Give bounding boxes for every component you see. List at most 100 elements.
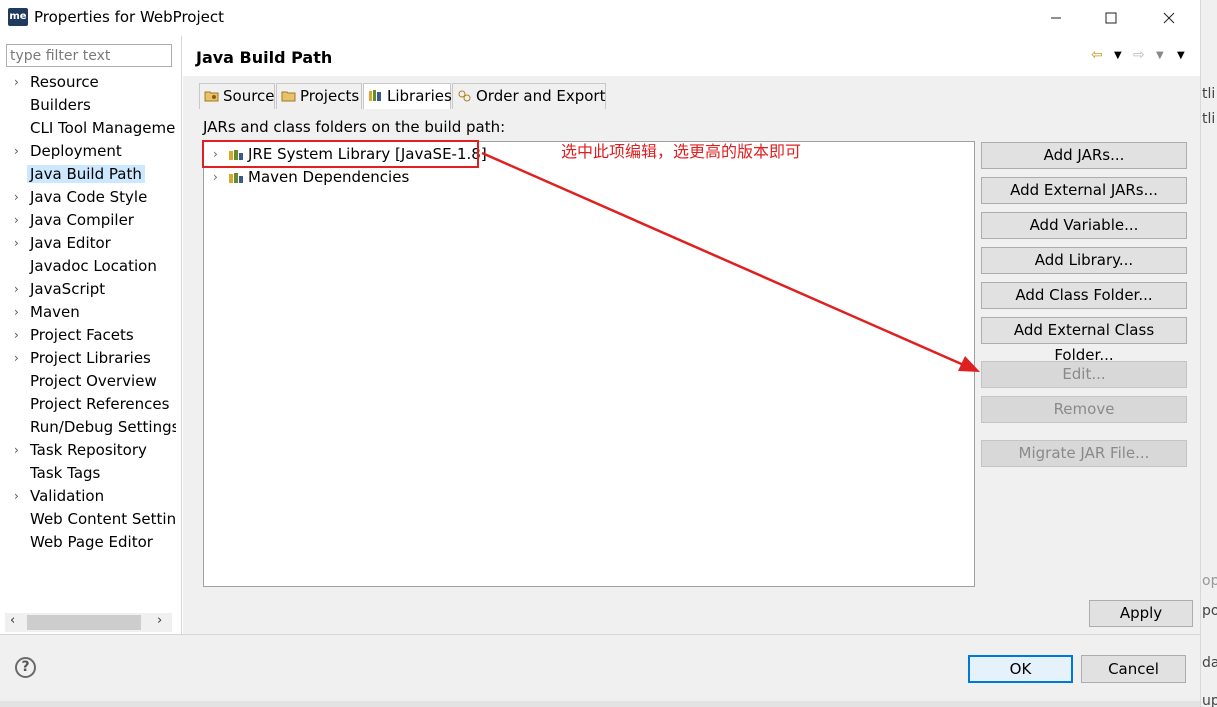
close-button[interactable] xyxy=(1146,4,1192,32)
source-folder-icon xyxy=(204,91,219,102)
background-text: upda xyxy=(1202,693,1217,707)
expand-chevron-icon[interactable]: › xyxy=(14,75,19,89)
nav-item-label: Web Page Editor xyxy=(30,533,153,551)
nav-item[interactable]: Builders xyxy=(0,95,176,117)
dialog-footer: ? OK Cancel xyxy=(0,635,1200,707)
expand-chevron-icon[interactable]: › xyxy=(213,170,218,184)
tab-libraries[interactable]: Libraries xyxy=(363,83,452,110)
apply-button[interactable]: Apply xyxy=(1089,600,1193,627)
scroll-right-icon[interactable]: › xyxy=(157,613,162,628)
annotation-text: 选中此项编辑，选更高的版本即可 xyxy=(561,142,802,161)
expand-chevron-icon[interactable]: › xyxy=(14,213,19,227)
back-arrow-icon[interactable]: ⇦ xyxy=(1091,47,1103,63)
nav-item[interactable]: Web Content Settin xyxy=(0,509,176,531)
expand-chevron-icon[interactable]: › xyxy=(14,144,19,158)
background-text: tli xyxy=(1202,111,1216,127)
nav-item[interactable]: Task Tags xyxy=(0,463,176,485)
page-title: Java Build Path xyxy=(196,48,333,67)
nav-item[interactable]: › Maven xyxy=(0,302,176,324)
nav-item[interactable]: › Resource xyxy=(0,72,176,94)
nav-item[interactable]: CLI Tool Manageme xyxy=(0,118,176,140)
order-export-icon xyxy=(458,90,471,102)
expand-chevron-icon[interactable]: › xyxy=(14,489,19,503)
tab-projects[interactable]: Projects xyxy=(276,83,362,109)
nav-item[interactable]: Web Page Editor xyxy=(0,532,176,554)
nav-item-label: Resource xyxy=(30,73,99,91)
nav-item-label: Project References xyxy=(30,395,170,413)
nav-item-label: Java Editor xyxy=(30,234,111,252)
forward-arrow-icon[interactable]: ⇨ xyxy=(1133,47,1145,63)
scroll-left-icon[interactable]: ‹ xyxy=(10,613,15,628)
help-icon[interactable]: ? xyxy=(15,657,36,678)
expand-chevron-icon[interactable]: › xyxy=(14,236,19,250)
nav-item[interactable]: Project Overview xyxy=(0,371,176,393)
nav-item-label: Validation xyxy=(30,487,105,505)
taskbar-strip xyxy=(0,701,1200,707)
nav-item-label: JavaScript xyxy=(30,280,106,298)
libraries-caption: JARs and class folders on the build path… xyxy=(203,118,506,136)
nav-item[interactable]: › Java Editor xyxy=(0,233,176,255)
tree-item-maven-dependencies[interactable]: › Maven Dependencies xyxy=(204,167,964,189)
remove-button[interactable]: Remove xyxy=(981,396,1187,423)
nav-item[interactable]: Project References xyxy=(0,394,176,416)
page-header: Java Build Path ⇦ ▼ ⇨ ▼ ▼ xyxy=(183,36,1200,76)
view-menu-icon[interactable]: ▼ xyxy=(1177,50,1185,61)
nav-item[interactable]: › Java Compiler xyxy=(0,210,176,232)
cancel-button[interactable]: Cancel xyxy=(1081,655,1186,683)
back-dropdown-icon[interactable]: ▼ xyxy=(1114,50,1122,61)
add-external-jars-button[interactable]: Add External JARs... xyxy=(981,177,1187,204)
maximize-button[interactable] xyxy=(1088,4,1134,32)
nav-item[interactable]: › Project Facets xyxy=(0,325,176,347)
background-text: da xyxy=(1202,655,1217,671)
add-class-folder-button[interactable]: Add Class Folder... xyxy=(981,282,1187,309)
add-external-class-folder-button[interactable]: Add External Class Folder... xyxy=(981,317,1187,364)
nav-item[interactable]: Javadoc Location xyxy=(0,256,176,278)
tab-label: Source xyxy=(223,87,275,105)
ok-button[interactable]: OK xyxy=(968,655,1073,683)
tab-label: Projects xyxy=(300,87,360,105)
tree-item-label: Maven Dependencies xyxy=(248,168,410,186)
nav-item[interactable]: › Project Libraries xyxy=(0,348,176,370)
background-text: ope xyxy=(1202,573,1217,589)
expand-chevron-icon[interactable]: › xyxy=(14,282,19,296)
nav-item[interactable]: › Java Code Style xyxy=(0,187,176,209)
nav-item-label: Task Tags xyxy=(30,464,101,482)
library-icon xyxy=(369,90,381,101)
nav-item[interactable]: › Deployment xyxy=(0,141,176,163)
nav-item-label: Run/Debug Settings xyxy=(30,418,176,436)
forward-dropdown-icon[interactable]: ▼ xyxy=(1156,50,1164,61)
nav-item[interactable]: Run/Debug Settings xyxy=(0,417,176,439)
expand-chevron-icon[interactable]: › xyxy=(14,443,19,457)
background-text: tli xyxy=(1202,86,1216,102)
property-nav-pane: › Resource Builders CLI Tool Manageme › Deplo… xyxy=(0,36,182,634)
nav-item[interactable]: Java Build Path xyxy=(0,164,176,186)
nav-item[interactable]: › JavaScript xyxy=(0,279,176,301)
tab-source[interactable]: Source xyxy=(199,83,275,109)
tab-label: Libraries xyxy=(387,87,452,105)
libraries-tree[interactable]: › JRE System Library [JavaSE-1.8] › Mave… xyxy=(203,141,975,587)
expand-chevron-icon[interactable]: › xyxy=(14,305,19,319)
nav-horizontal-scrollbar[interactable]: ‹ › xyxy=(5,613,172,632)
tab-label: Order and Export xyxy=(476,87,606,105)
expand-chevron-icon[interactable]: › xyxy=(14,328,19,342)
nav-item[interactable]: › Validation xyxy=(0,486,176,508)
nav-item[interactable]: › Task Repository xyxy=(0,440,176,462)
scrollbar-thumb[interactable] xyxy=(27,615,141,630)
nav-item-label: Project Libraries xyxy=(30,349,151,367)
project-folder-icon xyxy=(281,91,296,102)
expand-chevron-icon[interactable]: › xyxy=(14,351,19,365)
filter-input[interactable] xyxy=(6,44,172,67)
add-library-button[interactable]: Add Library... xyxy=(981,247,1187,274)
add-variable-button[interactable]: Add Variable... xyxy=(981,212,1187,239)
expand-chevron-icon[interactable]: › xyxy=(14,190,19,204)
edit-button[interactable]: Edit... xyxy=(981,361,1187,388)
tab-order-and-export[interactable]: Order and Export xyxy=(452,83,606,109)
minimize-button[interactable] xyxy=(1033,4,1079,32)
background-window-strip: tli tli ope po da upda xyxy=(1200,0,1217,707)
migrate-jar-file-button[interactable]: Migrate JAR File... xyxy=(981,440,1187,467)
nav-item-label: Project Overview xyxy=(30,372,157,390)
annotation-highlight-box xyxy=(202,140,479,168)
add-jars-button[interactable]: Add JARs... xyxy=(981,142,1187,169)
nav-item-label: Java Code Style xyxy=(30,188,148,206)
nav-item-label: Builders xyxy=(30,96,91,114)
